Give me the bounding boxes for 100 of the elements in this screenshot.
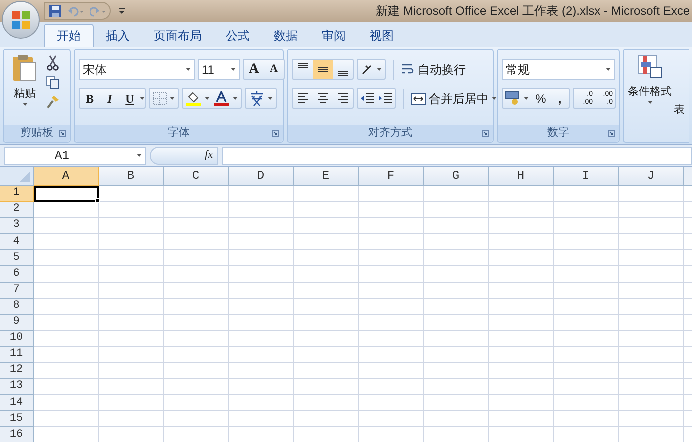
save-icon[interactable] xyxy=(49,4,62,18)
grid-cell[interactable] xyxy=(424,282,489,299)
orientation-button[interactable] xyxy=(357,59,386,80)
grid-cell[interactable] xyxy=(229,266,294,283)
column-header[interactable]: A xyxy=(34,167,99,186)
grid-cell[interactable] xyxy=(424,363,489,380)
grid-cell[interactable] xyxy=(164,250,229,266)
row-header[interactable]: 4 xyxy=(0,234,34,250)
grid-cell[interactable] xyxy=(99,218,164,234)
undo-icon[interactable] xyxy=(68,6,84,16)
grid-cell[interactable] xyxy=(359,395,424,412)
grid-cell[interactable] xyxy=(359,234,424,250)
grid-cell[interactable] xyxy=(164,346,229,364)
grid-cell[interactable] xyxy=(554,250,619,266)
grid-cell[interactable] xyxy=(34,298,99,315)
grid-cell[interactable] xyxy=(359,330,424,347)
grid-cell[interactable] xyxy=(229,298,294,315)
grid-cell[interactable] xyxy=(489,250,554,266)
row-header[interactable]: 3 xyxy=(0,218,34,234)
grid-cell[interactable] xyxy=(424,330,489,347)
grid-cell[interactable] xyxy=(359,282,424,299)
grid-cell[interactable] xyxy=(99,298,164,315)
grid-cell[interactable] xyxy=(164,379,229,396)
format-painter-icon[interactable] xyxy=(46,95,60,109)
grid-cell[interactable] xyxy=(34,282,99,299)
row-header[interactable]: 9 xyxy=(0,314,34,331)
grid-cell[interactable] xyxy=(34,330,99,347)
grid-cell[interactable] xyxy=(164,202,229,218)
grid-cell[interactable] xyxy=(99,330,164,347)
grid-cell[interactable] xyxy=(229,395,294,412)
grid-cell[interactable] xyxy=(554,266,619,283)
grid-cell[interactable] xyxy=(359,314,424,331)
font-name-field[interactable]: 宋体 xyxy=(79,59,195,80)
row-header[interactable]: 15 xyxy=(0,411,34,428)
grow-font-button[interactable]: A xyxy=(244,60,264,79)
grid-cell[interactable] xyxy=(359,250,424,266)
fill-color-icon[interactable] xyxy=(186,91,201,106)
grid-cell[interactable] xyxy=(619,346,684,364)
merge-center-button[interactable]: 合并后居中 xyxy=(411,88,497,109)
grid-cell[interactable] xyxy=(489,411,554,428)
grid-cell[interactable] xyxy=(229,202,294,218)
grid-cell[interactable] xyxy=(99,202,164,218)
grid-cell[interactable] xyxy=(424,186,489,202)
grid-cell[interactable] xyxy=(489,330,554,347)
grid-cell[interactable] xyxy=(489,218,554,234)
name-box[interactable]: A1 xyxy=(4,146,146,164)
grid-cell[interactable] xyxy=(554,202,619,218)
grid-cell[interactable] xyxy=(424,250,489,266)
grid-cell[interactable] xyxy=(554,282,619,299)
grid-cell[interactable] xyxy=(294,234,359,250)
grid-cell[interactable] xyxy=(34,250,99,266)
grid-cell[interactable] xyxy=(229,330,294,347)
grid-cell[interactable] xyxy=(489,234,554,250)
row-header[interactable]: 5 xyxy=(0,250,34,266)
grid-cell[interactable] xyxy=(164,186,229,202)
paste-button[interactable]: 粘贴 xyxy=(10,54,40,125)
grid-cell[interactable] xyxy=(99,250,164,266)
grid-cell[interactable] xyxy=(164,282,229,299)
vertical-align-button[interactable] xyxy=(313,60,333,79)
grid-cell[interactable] xyxy=(359,298,424,315)
grid-cell[interactable] xyxy=(359,363,424,380)
grid-cell[interactable] xyxy=(229,186,294,202)
grid-cell[interactable] xyxy=(229,411,294,428)
column-header[interactable]: J xyxy=(619,167,684,186)
wrap-text-button[interactable]: 自动换行 xyxy=(401,59,466,80)
grid-cell[interactable] xyxy=(424,202,489,218)
row-header[interactable]: 8 xyxy=(0,298,34,315)
grid-cell[interactable] xyxy=(164,395,229,412)
grid-cell[interactable] xyxy=(164,218,229,234)
grid-cell[interactable] xyxy=(424,266,489,283)
row-header[interactable]: 13 xyxy=(0,379,34,396)
underline-button[interactable]: U xyxy=(120,89,140,108)
grid-cell[interactable] xyxy=(294,298,359,315)
grid-cell[interactable] xyxy=(359,186,424,202)
grid-cell[interactable] xyxy=(359,346,424,364)
dialog-launcher-icon[interactable] xyxy=(59,130,66,137)
row-header[interactable]: 16 xyxy=(0,427,34,442)
grid-cell[interactable] xyxy=(99,266,164,283)
grid-cell[interactable] xyxy=(359,411,424,428)
grid-cell[interactable] xyxy=(554,346,619,364)
conditional-formatting-button[interactable]: 条件格式 xyxy=(628,54,672,124)
grid-cell[interactable] xyxy=(359,202,424,218)
grid-cell[interactable] xyxy=(489,202,554,218)
grid-cell[interactable] xyxy=(164,314,229,331)
grid-cell[interactable] xyxy=(229,234,294,250)
ribbon-tab[interactable]: 视图 xyxy=(358,24,406,47)
grid-cell[interactable] xyxy=(489,314,554,331)
grid-cell[interactable] xyxy=(229,346,294,364)
grid-cell[interactable] xyxy=(619,234,684,250)
ribbon-tab[interactable]: 数据 xyxy=(262,24,310,47)
grid-cell[interactable] xyxy=(554,363,619,380)
grid-cell[interactable] xyxy=(489,346,554,364)
grid-cell[interactable] xyxy=(424,234,489,250)
grid-cell[interactable] xyxy=(34,363,99,380)
copy-icon[interactable] xyxy=(46,76,60,90)
grid-cell[interactable] xyxy=(359,218,424,234)
grid-cell[interactable] xyxy=(424,379,489,396)
grid-cell[interactable] xyxy=(554,234,619,250)
grid-cell[interactable] xyxy=(619,266,684,283)
bold-button[interactable]: B xyxy=(80,89,100,108)
